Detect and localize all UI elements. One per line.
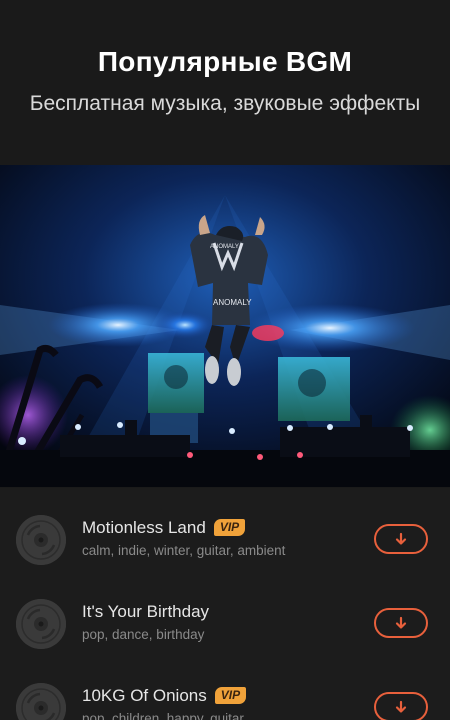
- track-name: 10KG Of Onions: [82, 686, 207, 705]
- hero-banner-image[interactable]: ANOMALY ANOMALY: [0, 165, 450, 487]
- jacket-text-back: ANOMALY: [210, 244, 239, 250]
- track-title: Motionless Land VIP: [82, 518, 246, 538]
- track-tags: pop, dance, birthday: [82, 627, 205, 642]
- track-tags: pop, children, happy, guitar: [82, 711, 244, 720]
- download-button[interactable]: [374, 692, 428, 720]
- page-subtitle: Бесплатная музыка, звуковые эффекты: [29, 92, 421, 115]
- header: Популярные BGM Бесплатная музыка, звуков…: [0, 0, 450, 165]
- track-list: Motionless Land VIP calm, indie, winter, …: [0, 488, 450, 720]
- music-disc-icon: [16, 683, 66, 720]
- music-disc-icon: [16, 515, 66, 565]
- bgm-page: Популярные BGM Бесплатная музыка, звуков…: [0, 0, 450, 720]
- download-arrow-icon: [395, 616, 407, 629]
- track-title: 10KG Of Onions VIP: [82, 686, 247, 706]
- download-button[interactable]: [374, 524, 428, 554]
- list-item[interactable]: Motionless Land VIP calm, indie, winter, …: [0, 488, 450, 572]
- music-disc-icon: [16, 599, 66, 649]
- list-item[interactable]: It's Your Birthday pop, dance, birthday: [0, 572, 450, 656]
- jacket-text: ANOMALY: [213, 298, 252, 307]
- list-item[interactable]: 10KG Of Onions VIP pop, children, happy, …: [0, 656, 450, 720]
- vip-badge: VIP: [213, 519, 246, 536]
- track-tags: calm, indie, winter, guitar, ambient: [82, 543, 286, 558]
- track-title: It's Your Birthday: [82, 602, 209, 622]
- concert-illustration: ANOMALY ANOMALY: [0, 165, 450, 487]
- page-title: Популярные BGM: [97, 46, 353, 77]
- download-arrow-icon: [395, 700, 407, 713]
- download-button[interactable]: [374, 608, 428, 638]
- track-name: It's Your Birthday: [82, 602, 210, 621]
- download-arrow-icon: [395, 532, 407, 545]
- track-name: Motionless Land: [82, 518, 206, 537]
- vip-badge: VIP: [214, 687, 247, 704]
